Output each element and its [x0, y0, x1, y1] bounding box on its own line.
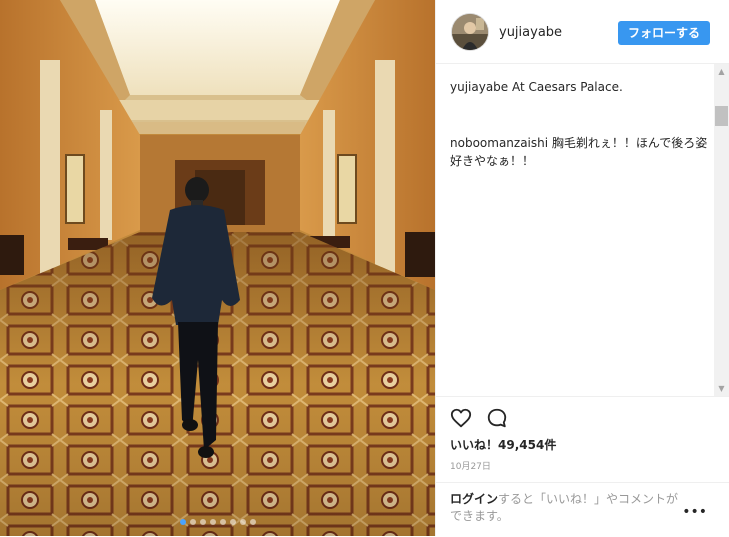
post-sidebar: yujiayabe フォローする yujiayabe At Caesars Pa… — [435, 0, 729, 536]
likes-number: 49,454件 — [498, 438, 557, 452]
login-prompt: ログインすると「いいね！」やコメントができます。 ••• — [436, 482, 729, 537]
hallway-photo-image — [0, 0, 435, 536]
login-prompt-text: ログインすると「いいね！」やコメントができます。 — [450, 491, 690, 525]
post-username[interactable]: yujiayabe — [499, 25, 562, 40]
scroll-down-arrow-icon[interactable]: ▼ — [714, 381, 729, 396]
carousel-dot[interactable] — [179, 519, 186, 525]
like-count[interactable]: いいね！49,454件 — [450, 436, 556, 453]
heart-icon[interactable] — [450, 407, 472, 429]
carousel-dot[interactable] — [219, 519, 226, 525]
scroll-up-arrow-icon[interactable]: ▲ — [714, 64, 729, 79]
post-photo[interactable] — [0, 0, 435, 536]
carousel-dot[interactable] — [209, 519, 216, 525]
post-date[interactable]: 10月27日 — [450, 459, 491, 472]
likes-label: いいね！ — [450, 438, 499, 452]
carousel-dot[interactable] — [229, 519, 236, 525]
caption-username[interactable]: yujiayabe — [450, 80, 508, 94]
scrollbar-thumb[interactable] — [715, 106, 728, 126]
comment-scrollbar[interactable]: ▲ ▼ — [714, 64, 729, 396]
carousel-dot[interactable] — [189, 519, 196, 525]
carousel-dot[interactable] — [199, 519, 206, 525]
carousel-dot[interactable] — [239, 519, 246, 525]
avatar-image — [452, 14, 488, 50]
comment-list: yujiayabe At Caesars Palace. noboomanzai… — [436, 64, 729, 396]
avatar[interactable] — [452, 14, 488, 50]
comment-bubble-icon[interactable] — [486, 407, 508, 429]
login-link[interactable]: ログイン — [450, 492, 498, 506]
comment-username[interactable]: noboomanzaishi — [450, 136, 548, 150]
carousel-dot[interactable] — [249, 519, 256, 525]
comment-item: noboomanzaishi 胸毛剃れぇ！！ほんで後ろ姿好きやなぁ！！ — [450, 134, 708, 170]
carousel-indicator — [0, 519, 435, 525]
post-actions: いいね！49,454件 10月27日 ログインすると「いいね！」やコメントができ… — [436, 396, 729, 536]
caption-text: At Caesars Palace. — [512, 80, 623, 94]
more-options-icon[interactable]: ••• — [682, 505, 707, 519]
post-header: yujiayabe フォローする — [436, 0, 729, 64]
caption: yujiayabe At Caesars Palace. — [450, 78, 708, 96]
follow-button[interactable]: フォローする — [618, 21, 710, 45]
